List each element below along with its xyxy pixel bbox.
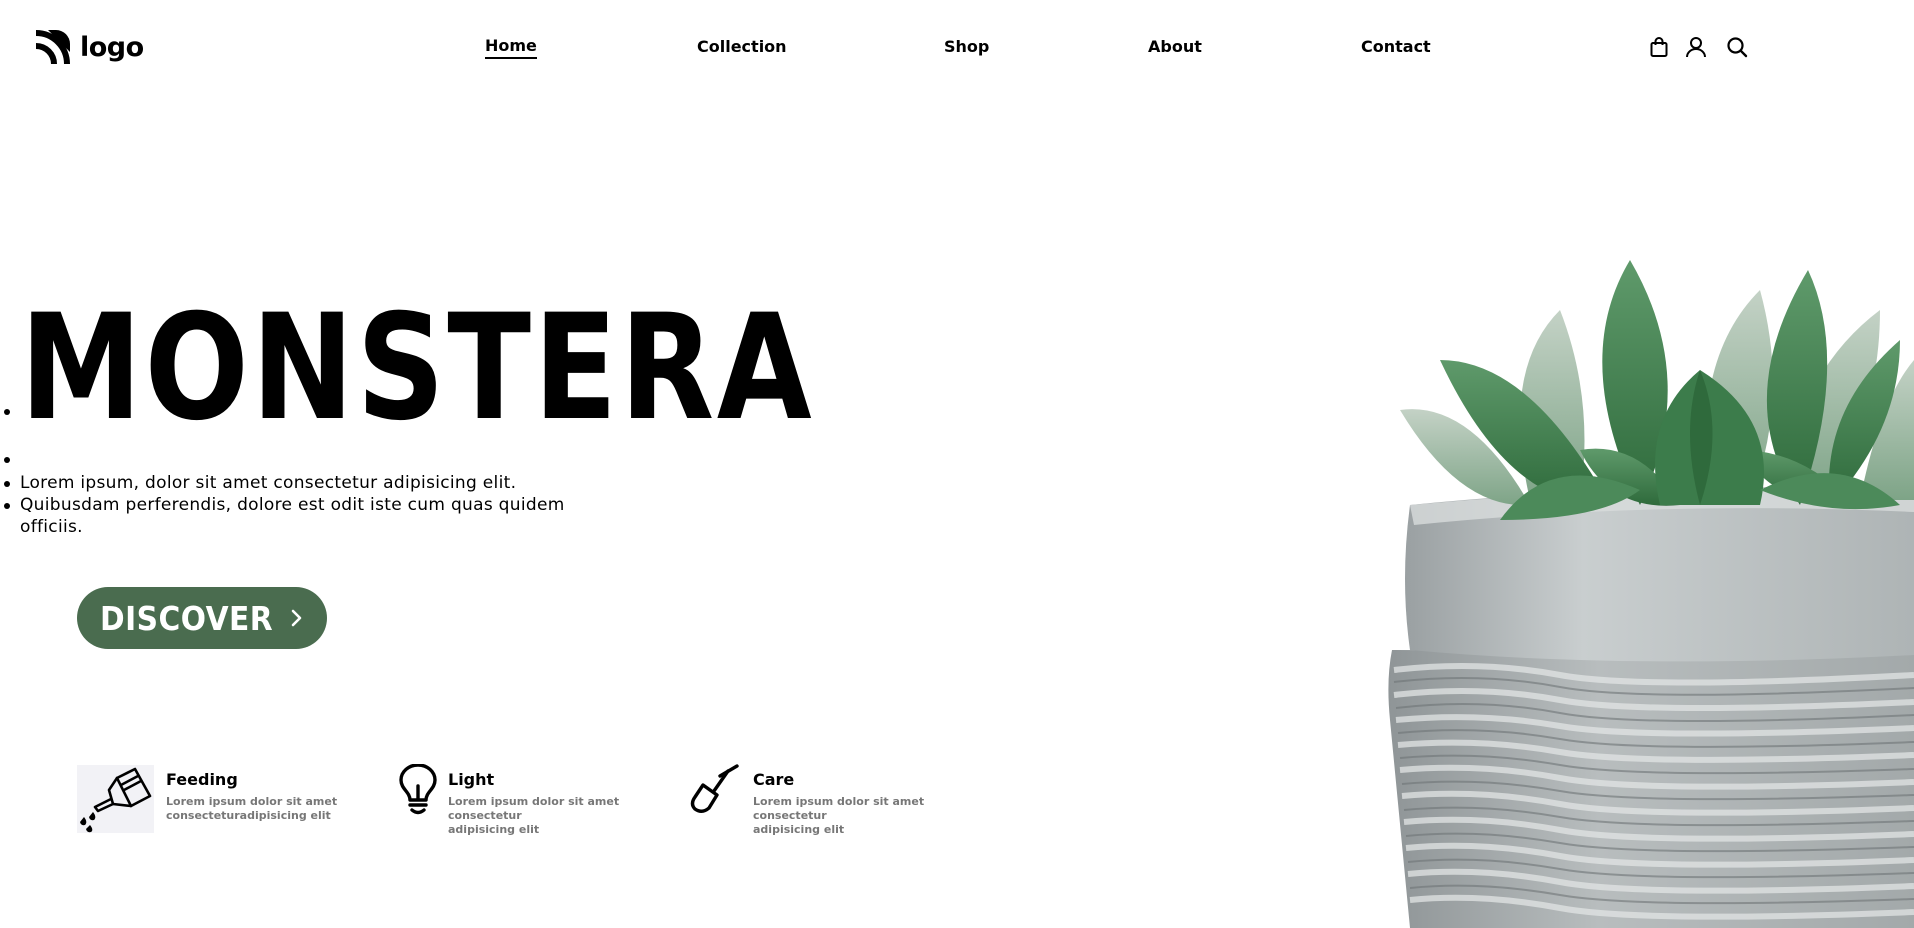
list-bullet	[4, 481, 10, 487]
feature-title: Care	[753, 770, 795, 789]
nav-shop[interactable]: Shop	[944, 37, 989, 56]
shopping-bag-icon[interactable]	[1649, 36, 1669, 58]
list-bullet	[4, 457, 10, 463]
feature-desc: Lorem ipsum dolor sit amet consecteturad…	[166, 795, 406, 823]
list-bullet	[4, 503, 10, 509]
feature-desc-line: Lorem ipsum dolor sit amet consectetur	[448, 795, 620, 822]
feature-desc-line: Lorem ipsum dolor sit amet consectetur	[753, 795, 925, 822]
feature-desc: Lorem ipsum dolor sit amet consectetur a…	[448, 795, 688, 837]
feature-desc-line: consecteturadipisicing elit	[166, 809, 331, 822]
feature-desc: Lorem ipsum dolor sit amet consectetur a…	[753, 795, 993, 837]
user-icon[interactable]	[1685, 36, 1707, 58]
hero-line-1: Lorem ipsum, dolor sit amet consectetur …	[20, 473, 517, 493]
feature-desc-line: adipisicing elit	[753, 823, 845, 836]
watering-can-icon	[80, 767, 152, 833]
succulent-pot-image	[1388, 260, 1914, 928]
discover-label: DISCOVER	[100, 598, 274, 638]
nav-contact[interactable]: Contact	[1361, 37, 1431, 56]
logo-text: logo	[80, 31, 144, 63]
nav-home[interactable]: Home	[485, 36, 537, 59]
hero-title: MONSTERA	[20, 283, 815, 453]
chevron-right-icon	[291, 609, 302, 627]
nav-about[interactable]: About	[1148, 37, 1202, 56]
feature-title: Feeding	[166, 770, 238, 789]
light-bulb-icon	[399, 764, 437, 815]
logo-icon	[35, 30, 70, 65]
feature-title: Light	[448, 770, 495, 789]
feature-desc-line: adipisicing elit	[448, 823, 540, 836]
hero-line-3: officiis.	[20, 517, 83, 537]
nav-collection[interactable]: Collection	[697, 37, 787, 56]
search-icon[interactable]	[1726, 36, 1748, 58]
discover-button[interactable]: DISCOVER	[77, 587, 327, 649]
list-bullet	[4, 409, 10, 415]
feature-desc-line: Lorem ipsum dolor sit amet	[166, 795, 338, 808]
shovel-icon	[690, 764, 739, 813]
logo[interactable]: logo	[34, 28, 144, 66]
hero-line-2: Quibusdam perferendis, dolore est odit i…	[20, 495, 565, 515]
feeding-icon-box	[77, 765, 154, 833]
